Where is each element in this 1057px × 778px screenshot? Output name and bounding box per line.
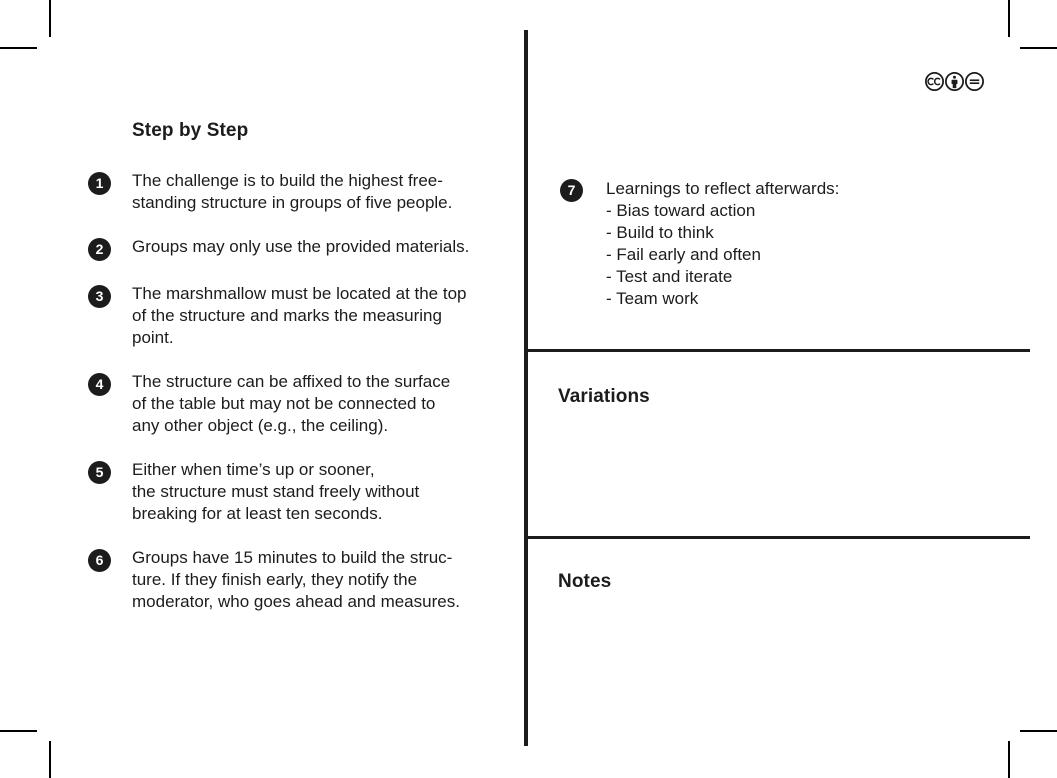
step-text: Groups have 15 minutes to build the stru… bbox=[132, 548, 460, 611]
step-item: 4 The structure can be affixed to the su… bbox=[88, 371, 498, 437]
step-number-badge: 4 bbox=[88, 373, 111, 396]
step-number-badge: 7 bbox=[560, 179, 583, 202]
crop-mark-top-left-vertical bbox=[49, 0, 51, 37]
crop-mark-bottom-right-horizontal bbox=[1020, 730, 1057, 732]
step-number-badge: 6 bbox=[88, 549, 111, 572]
step-text: The structure can be affixed to the surf… bbox=[132, 372, 451, 435]
attribution-icon bbox=[945, 72, 964, 91]
no-derivatives-icon bbox=[965, 72, 984, 91]
step-number-badge: 5 bbox=[88, 461, 111, 484]
step-text: Learnings to reflect afterwards: - Bias … bbox=[606, 179, 840, 308]
crop-mark-top-right-vertical bbox=[1008, 0, 1010, 37]
card-page: Step by Step 1 The challenge is to build… bbox=[0, 0, 1057, 778]
step-item: 5 Either when time’s up or sooner, the s… bbox=[88, 459, 498, 525]
crop-mark-bottom-right-vertical bbox=[1008, 741, 1010, 778]
step-text: The challenge is to build the highest fr… bbox=[132, 171, 453, 212]
notes-title: Notes bbox=[558, 571, 612, 592]
creative-commons-icon bbox=[925, 72, 944, 91]
step-by-step-column: Step by Step 1 The challenge is to build… bbox=[88, 120, 498, 613]
step-text: The marshmallow must be located at the t… bbox=[132, 284, 467, 347]
step-number-badge: 1 bbox=[88, 172, 111, 195]
column-divider bbox=[524, 30, 528, 746]
crop-mark-bottom-left-vertical bbox=[49, 741, 51, 778]
license-badges bbox=[925, 72, 984, 91]
step-number-badge: 2 bbox=[88, 238, 111, 261]
step-text: Either when time’s up or sooner, the str… bbox=[132, 460, 420, 523]
learnings-column: 7 Learnings to reflect afterwards: - Bia… bbox=[560, 178, 1000, 310]
step-item: 1 The challenge is to build the highest … bbox=[88, 170, 498, 214]
notes-section-rule bbox=[524, 536, 1030, 539]
step-item: 2 Groups may only use the provided mater… bbox=[88, 236, 498, 261]
step-item: 3 The marshmallow must be located at the… bbox=[88, 283, 498, 349]
variations-title: Variations bbox=[558, 386, 650, 407]
step-number-badge: 3 bbox=[88, 285, 111, 308]
variations-section-rule bbox=[524, 349, 1030, 352]
step-item: 7 Learnings to reflect afterwards: - Bia… bbox=[560, 178, 1000, 310]
crop-mark-top-right-horizontal bbox=[1020, 47, 1057, 49]
step-text: Groups may only use the provided materia… bbox=[132, 237, 470, 256]
crop-mark-top-left-horizontal bbox=[0, 47, 37, 49]
crop-mark-bottom-left-horizontal bbox=[0, 730, 37, 732]
step-item: 6 Groups have 15 minutes to build the st… bbox=[88, 547, 498, 613]
page-title: Step by Step bbox=[132, 120, 249, 141]
